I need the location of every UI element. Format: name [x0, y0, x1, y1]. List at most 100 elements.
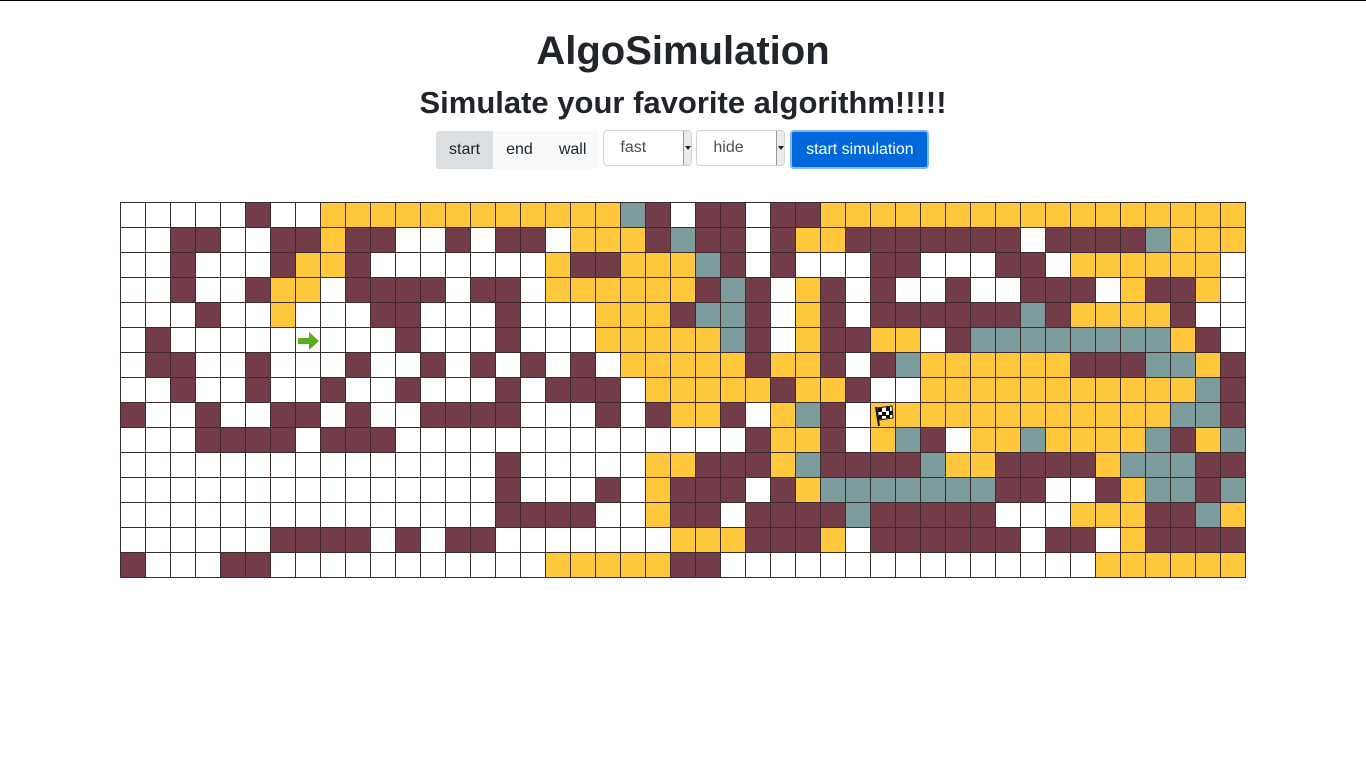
empty-cell[interactable] [271, 478, 296, 503]
empty-cell[interactable] [121, 203, 146, 228]
visited-cell[interactable] [421, 203, 446, 228]
empty-cell[interactable] [846, 403, 871, 428]
wall-cell[interactable] [696, 453, 721, 478]
visited-cell[interactable] [871, 328, 896, 353]
wall-cell[interactable] [271, 253, 296, 278]
visited-cell[interactable] [771, 453, 796, 478]
empty-cell[interactable] [871, 553, 896, 578]
visited-cell[interactable] [971, 353, 996, 378]
empty-cell[interactable] [446, 428, 471, 453]
visited-cell[interactable] [996, 203, 1021, 228]
empty-cell[interactable] [496, 353, 521, 378]
frontier-cell[interactable] [1146, 478, 1171, 503]
wall-cell[interactable] [346, 528, 371, 553]
frontier-cell[interactable] [1146, 228, 1171, 253]
visited-cell[interactable] [671, 378, 696, 403]
visited-cell[interactable] [1221, 228, 1246, 253]
empty-cell[interactable] [121, 353, 146, 378]
empty-cell[interactable] [846, 253, 871, 278]
visited-cell[interactable] [771, 353, 796, 378]
wall-cell[interactable] [596, 253, 621, 278]
empty-cell[interactable] [896, 553, 921, 578]
visited-cell[interactable] [621, 353, 646, 378]
empty-cell[interactable] [446, 378, 471, 403]
empty-cell[interactable] [1221, 303, 1246, 328]
wall-cell[interactable] [721, 478, 746, 503]
empty-cell[interactable] [421, 503, 446, 528]
empty-cell[interactable] [146, 453, 171, 478]
visited-cell[interactable] [596, 203, 621, 228]
wall-cell[interactable] [821, 428, 846, 453]
empty-cell[interactable] [571, 453, 596, 478]
empty-cell[interactable] [146, 528, 171, 553]
empty-cell[interactable] [971, 253, 996, 278]
frontier-cell[interactable] [696, 253, 721, 278]
empty-cell[interactable] [271, 503, 296, 528]
visited-cell[interactable] [1046, 378, 1071, 403]
frontier-cell[interactable] [1121, 453, 1146, 478]
empty-cell[interactable] [121, 278, 146, 303]
visited-cell[interactable] [1196, 353, 1221, 378]
empty-cell[interactable] [146, 503, 171, 528]
wall-cell[interactable] [1021, 253, 1046, 278]
visited-cell[interactable] [1146, 303, 1171, 328]
visited-cell[interactable] [371, 203, 396, 228]
wall-cell[interactable] [946, 528, 971, 553]
wall-cell[interactable] [446, 228, 471, 253]
empty-cell[interactable] [221, 253, 246, 278]
visited-cell[interactable] [1121, 553, 1146, 578]
wall-cell[interactable] [496, 478, 521, 503]
wall-cell[interactable] [1071, 228, 1096, 253]
wall-cell[interactable] [346, 353, 371, 378]
frontier-cell[interactable] [1171, 453, 1196, 478]
wall-cell[interactable] [921, 528, 946, 553]
empty-cell[interactable] [121, 228, 146, 253]
wall-cell[interactable] [846, 378, 871, 403]
visited-cell[interactable] [1171, 203, 1196, 228]
empty-cell[interactable] [171, 453, 196, 478]
empty-cell[interactable] [246, 328, 271, 353]
empty-cell[interactable] [196, 253, 221, 278]
visited-cell[interactable] [571, 553, 596, 578]
empty-cell[interactable] [996, 503, 1021, 528]
wall-cell[interactable] [1121, 228, 1146, 253]
visited-cell[interactable] [1096, 253, 1121, 278]
visited-cell[interactable] [946, 353, 971, 378]
visited-cell[interactable] [571, 203, 596, 228]
wall-cell[interactable] [571, 353, 596, 378]
empty-cell[interactable] [146, 428, 171, 453]
empty-cell[interactable] [571, 478, 596, 503]
visited-cell[interactable] [596, 278, 621, 303]
frontier-cell[interactable] [721, 303, 746, 328]
wall-cell[interactable] [1046, 303, 1071, 328]
empty-cell[interactable] [1021, 228, 1046, 253]
wall-cell[interactable] [1146, 528, 1171, 553]
visited-cell[interactable] [671, 278, 696, 303]
wall-cell[interactable] [996, 453, 1021, 478]
wall-cell[interactable] [671, 303, 696, 328]
empty-cell[interactable] [1021, 528, 1046, 553]
empty-cell[interactable] [596, 353, 621, 378]
visited-cell[interactable] [646, 353, 671, 378]
wall-cell[interactable] [1096, 228, 1121, 253]
empty-cell[interactable] [371, 528, 396, 553]
wall-cell[interactable] [521, 503, 546, 528]
empty-cell[interactable] [546, 328, 571, 353]
empty-cell[interactable] [296, 453, 321, 478]
wall-cell[interactable] [971, 228, 996, 253]
wall-cell[interactable] [746, 278, 771, 303]
empty-cell[interactable] [471, 478, 496, 503]
visited-cell[interactable] [1096, 303, 1121, 328]
visited-cell[interactable] [1196, 278, 1221, 303]
empty-cell[interactable] [296, 503, 321, 528]
wall-cell[interactable] [371, 278, 396, 303]
visited-cell[interactable] [971, 453, 996, 478]
visited-cell[interactable] [1096, 203, 1121, 228]
wall-cell[interactable] [496, 453, 521, 478]
wall-cell[interactable] [271, 403, 296, 428]
empty-cell[interactable] [746, 203, 771, 228]
wall-cell[interactable] [696, 203, 721, 228]
wall-cell[interactable] [1046, 228, 1071, 253]
wall-cell[interactable] [596, 403, 621, 428]
wall-cell[interactable] [1221, 378, 1246, 403]
